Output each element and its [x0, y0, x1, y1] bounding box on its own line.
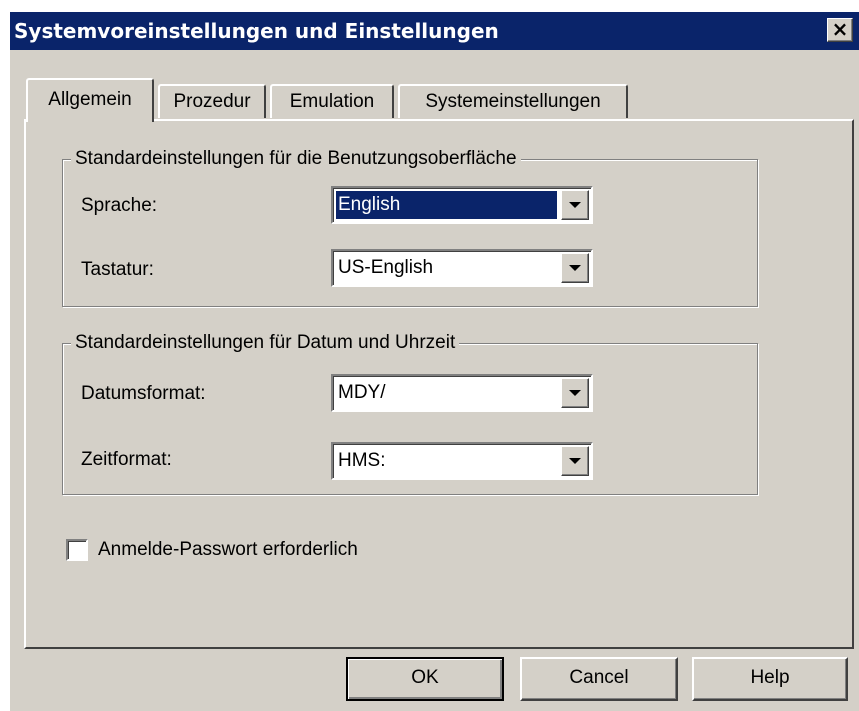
- chevron-down-icon[interactable]: [561, 378, 589, 408]
- tab-allgemein[interactable]: Allgemein: [26, 78, 154, 122]
- datetime-defaults-legend: Standardeinstellungen für Datum und Uhrz…: [71, 330, 460, 356]
- keyboard-value: US-English: [338, 257, 434, 278]
- language-label: Sprache:: [81, 195, 158, 216]
- keyboard-label: Tastatur:: [81, 259, 154, 280]
- ui-defaults-legend: Standardeinstellungen für die Benutzungs…: [71, 146, 521, 172]
- chevron-down-icon[interactable]: [561, 446, 589, 476]
- datetime-defaults-group: Standardeinstellungen für Datum und Uhrz…: [62, 330, 758, 495]
- settings-dialog: Systemvoreinstellungen und Einstellungen…: [8, 10, 859, 711]
- language-select[interactable]: English: [331, 186, 593, 224]
- tab-emulation[interactable]: Emulation: [270, 84, 394, 118]
- date-format-select[interactable]: MDY/: [331, 374, 593, 412]
- ok-button[interactable]: OK: [346, 657, 504, 701]
- window-title: Systemvoreinstellungen und Einstellungen: [14, 19, 499, 43]
- date-format-value: MDY/: [338, 382, 386, 403]
- tab-systemeinstellungen[interactable]: Systemeinstellungen: [398, 84, 628, 118]
- time-format-value: HMS:: [338, 450, 386, 471]
- password-checkbox[interactable]: [66, 539, 88, 561]
- chevron-down-icon[interactable]: [561, 253, 589, 283]
- tab-panel-allgemein: Standardeinstellungen für die Benutzungs…: [24, 119, 854, 649]
- cancel-button[interactable]: Cancel: [520, 657, 678, 701]
- time-format-label: Zeitformat:: [81, 449, 172, 470]
- help-button[interactable]: Help: [692, 657, 848, 701]
- ui-defaults-group: Standardeinstellungen für die Benutzungs…: [62, 146, 758, 307]
- password-checkbox-label[interactable]: Anmelde-Passwort erforderlich: [98, 537, 358, 563]
- date-format-label: Datumsformat:: [81, 383, 206, 404]
- tab-prozedur[interactable]: Prozedur: [158, 84, 266, 118]
- chevron-down-icon[interactable]: [561, 190, 589, 220]
- language-value: English: [336, 191, 557, 219]
- title-bar[interactable]: Systemvoreinstellungen und Einstellungen…: [10, 12, 859, 50]
- close-icon: ×: [831, 17, 849, 41]
- close-button[interactable]: ×: [827, 18, 853, 42]
- time-format-select[interactable]: HMS:: [331, 442, 593, 480]
- keyboard-select[interactable]: US-English: [331, 249, 593, 287]
